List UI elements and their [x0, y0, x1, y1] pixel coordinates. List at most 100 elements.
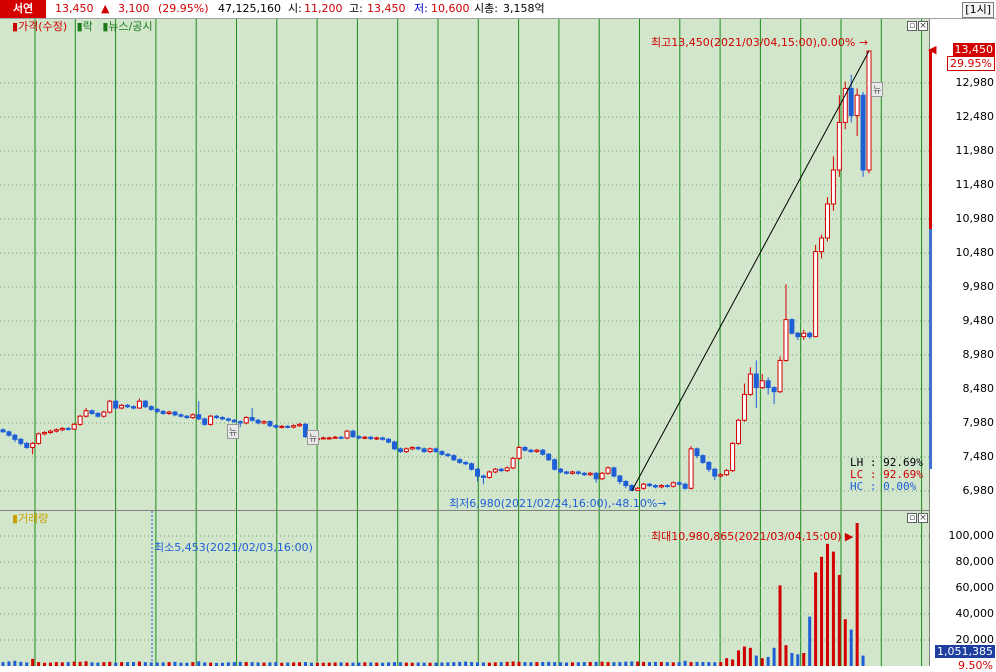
max-volume-annotation: 최대10,980,865(2021/03/04,15:00) ▶ — [651, 530, 854, 543]
candle-body — [184, 415, 190, 419]
maximize-icon[interactable]: ▫ — [907, 21, 917, 31]
candle-body — [36, 433, 42, 444]
volume-bar — [808, 616, 812, 666]
arrow-icon: → — [858, 36, 869, 49]
max-price-annotation: 최고13,450(2021/03/04,15:00),0.00% → — [651, 36, 869, 49]
volume-legend[interactable]: ▮거래량 — [12, 512, 48, 526]
legend-item-price[interactable]: ▮가격(수정) — [12, 20, 67, 33]
volume-bar — [612, 662, 616, 666]
candle-body — [469, 463, 475, 470]
current-volume-badge: 1,051,385 — [935, 645, 995, 658]
volume-bar — [54, 662, 58, 666]
volume-bar — [120, 662, 124, 666]
price-tick-label: 11,480 — [955, 177, 995, 191]
close-icon[interactable]: × — [918, 21, 928, 31]
candle-body — [47, 430, 53, 434]
arrow-right-icon: ▶ — [844, 530, 854, 543]
candle-body — [166, 411, 172, 414]
volume-bar — [137, 661, 141, 666]
stock-name[interactable]: 서연 — [0, 0, 46, 18]
legend-item-ex-rights[interactable]: ▮락 — [77, 20, 93, 33]
volume-bar — [713, 662, 717, 666]
volume-bar — [576, 662, 580, 666]
volume-bar — [470, 661, 474, 666]
candle-body — [480, 475, 486, 478]
candle-body — [89, 410, 95, 414]
candle-body — [397, 448, 403, 453]
volume-bar — [630, 661, 634, 666]
candle-body — [463, 461, 469, 465]
volume-bar — [737, 650, 741, 666]
price-tick-label: 8,480 — [962, 381, 995, 395]
volume-bar — [392, 662, 396, 666]
volume-bar — [731, 659, 735, 666]
volume-bar — [582, 662, 586, 666]
candle-body — [427, 448, 433, 453]
candle-body — [688, 448, 694, 489]
legend-item-news[interactable]: ▮뉴스/공시 — [102, 20, 152, 33]
candle-body — [386, 438, 392, 443]
candle-body — [504, 467, 510, 472]
candle-body — [546, 453, 552, 461]
volume-bar — [292, 662, 296, 666]
candle-body — [724, 470, 730, 476]
news-marker[interactable]: 뉴 — [227, 424, 240, 439]
volume-bar — [131, 661, 135, 666]
candle-body — [819, 237, 825, 253]
volume-panel-window-buttons: ▫ × — [906, 513, 928, 523]
candle-body — [320, 437, 326, 440]
volume-bar — [487, 662, 491, 666]
volume-bar — [570, 662, 574, 666]
candle-body — [676, 482, 682, 485]
y-axis-panel[interactable]: ◀ 12,980 12,480 11,980 11,480 10,980 10,480 9,… — [928, 19, 996, 672]
maximize-icon[interactable]: ▫ — [907, 513, 917, 523]
candle-body — [510, 457, 516, 469]
candle-body — [178, 414, 184, 417]
close-icon[interactable]: × — [918, 513, 928, 523]
volume-bar — [796, 654, 800, 666]
volume-bar — [369, 662, 373, 666]
volume-bar — [648, 662, 652, 666]
volume-bar — [843, 619, 847, 666]
price-tick-label: 10,480 — [955, 245, 995, 259]
candle-body — [492, 468, 498, 473]
candle-body — [516, 446, 522, 459]
volume-bar — [19, 661, 23, 666]
candle-body — [142, 400, 148, 408]
price-tick-label: 9,480 — [962, 313, 995, 327]
open-price: 11,200 — [304, 2, 343, 15]
news-marker[interactable]: 뉴 — [871, 82, 884, 97]
candle-body — [830, 169, 836, 205]
volume-bar — [653, 661, 657, 666]
candle-body — [24, 442, 30, 448]
candle-body — [71, 423, 77, 430]
volume-chart-panel[interactable]: ▮거래량 ▫ × 최소5,453(2021/02/03,16:00) 최대10,9… — [0, 511, 930, 666]
timeframe-button[interactable]: [1시] — [962, 2, 994, 18]
volume-bar — [114, 662, 118, 666]
volume-bar — [333, 662, 337, 666]
candle-body — [475, 468, 481, 477]
volume-bar — [499, 662, 503, 666]
candle-body — [522, 446, 528, 451]
candle-body — [160, 410, 166, 414]
candle-body — [415, 446, 421, 450]
volume-bar — [659, 661, 663, 666]
volume-bar — [149, 662, 153, 666]
price-chart-panel[interactable]: ▮가격(수정) ▮락 ▮뉴스/공시 ▫ × 최고13,450(2021/03/04… — [0, 19, 930, 510]
candle-body — [368, 436, 374, 440]
candle-body — [77, 415, 83, 425]
volume-bar — [476, 662, 480, 666]
candle-body — [860, 94, 866, 171]
candle-body — [457, 459, 463, 463]
volume-bar — [209, 662, 213, 666]
volume-bar — [861, 655, 865, 666]
candle-body — [65, 427, 71, 430]
price-chart[interactable] — [0, 19, 930, 510]
volume-bar — [606, 662, 610, 666]
news-marker[interactable]: 뉴 — [307, 430, 320, 445]
volume-bar — [363, 662, 367, 666]
volume-bar — [636, 661, 640, 666]
volume-bar — [268, 662, 272, 666]
candle-body — [119, 404, 125, 409]
volume-bar — [671, 662, 675, 666]
